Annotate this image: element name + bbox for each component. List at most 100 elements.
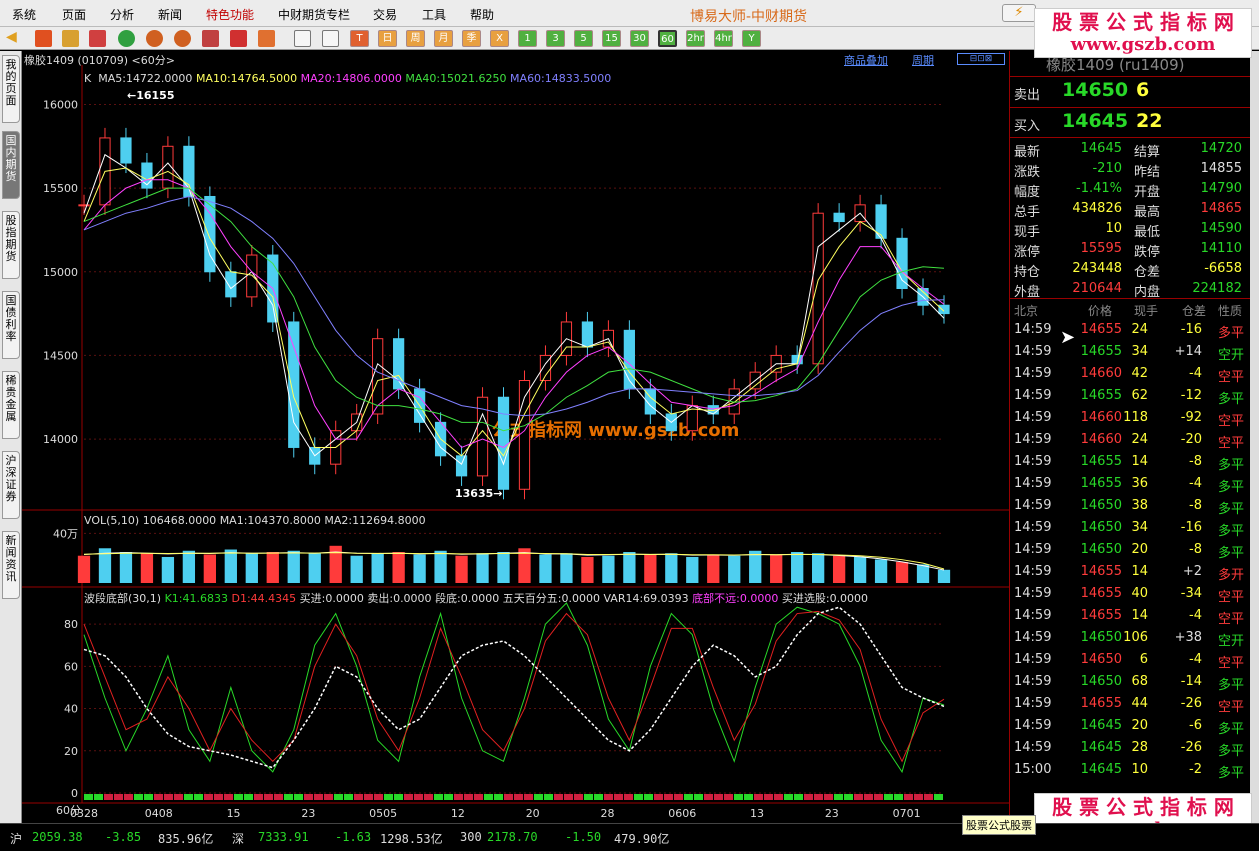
lightning-icon[interactable]: ⚡ bbox=[1002, 4, 1036, 22]
signal-strip-cell bbox=[574, 794, 583, 800]
tick-cell: -6 bbox=[1189, 718, 1202, 733]
tick-cell: 空平 bbox=[1218, 370, 1245, 385]
volume-bar bbox=[937, 569, 951, 583]
tick-cell: -4 bbox=[1189, 366, 1202, 381]
period-60min[interactable]: 60 bbox=[658, 30, 677, 47]
pen-icon[interactable] bbox=[230, 30, 247, 47]
tick-icon[interactable]: T bbox=[350, 30, 369, 47]
menu-analysis[interactable]: 分析 bbox=[110, 6, 134, 23]
period-15min[interactable]: 15 bbox=[602, 30, 621, 47]
report-icon[interactable] bbox=[89, 30, 106, 47]
period-30min[interactable]: 30 bbox=[630, 30, 649, 47]
tab-bonds[interactable]: 国债利率 bbox=[2, 291, 20, 359]
menu-page[interactable]: 页面 bbox=[62, 6, 86, 23]
period-day[interactable]: 日 bbox=[378, 30, 397, 47]
tick-cell: 15:00 bbox=[1014, 762, 1052, 777]
tick-cell: 62 bbox=[1131, 388, 1148, 403]
signal-strip-cell bbox=[144, 794, 153, 800]
tick-cell: 多平 bbox=[1218, 458, 1245, 473]
zoom-out-icon[interactable] bbox=[174, 30, 191, 47]
signal-strip-cell bbox=[124, 794, 133, 800]
status-bar: 沪 2059.38 -3.85 835.96亿 深 7333.91 -1.63 … bbox=[0, 815, 1259, 851]
x-tick-label: 13 bbox=[750, 807, 764, 820]
back-arrow-icon[interactable]: ◀ bbox=[6, 30, 23, 47]
tab-domestic-futures[interactable]: 国内期货 bbox=[2, 131, 20, 199]
tick-cell: 36 bbox=[1131, 476, 1148, 491]
menu-tools[interactable]: 工具 bbox=[422, 6, 446, 23]
signal-strip-cell bbox=[554, 794, 563, 800]
tick-cell: 空平 bbox=[1218, 612, 1245, 627]
vertical-scrollbar[interactable] bbox=[1250, 51, 1259, 823]
window-icon[interactable] bbox=[202, 30, 219, 47]
signal-strip-cell bbox=[434, 794, 443, 800]
period-week[interactable]: 周 bbox=[406, 30, 425, 47]
period-5min[interactable]: 5 bbox=[574, 30, 593, 47]
period-2hr[interactable]: 2hr bbox=[686, 30, 705, 47]
quote-stat-value: 243448 bbox=[1072, 261, 1122, 276]
tab-my-pages[interactable]: 我的页面 bbox=[2, 55, 20, 123]
home-icon[interactable] bbox=[35, 30, 52, 47]
tick-row: 14:59 14655 14 -8 多平 bbox=[1010, 454, 1250, 474]
tick-cell: +14 bbox=[1174, 344, 1202, 359]
tab-metals[interactable]: 稀贵金属 bbox=[2, 371, 20, 439]
tick-cell: 空平 bbox=[1218, 700, 1245, 715]
period-1min[interactable]: 1 bbox=[518, 30, 537, 47]
signal-strip-cell bbox=[404, 794, 413, 800]
volume-bar bbox=[287, 550, 300, 583]
list-icon[interactable] bbox=[62, 30, 79, 47]
quote-stat-label: 现手 bbox=[1014, 225, 1041, 240]
kline-icon[interactable] bbox=[322, 30, 339, 47]
tick-cell: 68 bbox=[1131, 674, 1148, 689]
tab-stocks[interactable]: 沪深证券 bbox=[2, 451, 20, 519]
candle-body bbox=[833, 212, 845, 223]
tab-index-futures[interactable]: 股指期货 bbox=[2, 211, 20, 279]
signal-strip-cell bbox=[364, 794, 373, 800]
quote-stat-value: 14790 bbox=[1200, 181, 1242, 196]
signal-strip-cell bbox=[864, 794, 873, 800]
quote-stat-value: 14110 bbox=[1200, 241, 1242, 256]
chart-area[interactable]: 橡胶1409 (010709) <60分> 商品叠加 周期 ⊟⊡⊠ K MA5:… bbox=[22, 51, 1009, 823]
signal-strip-cell bbox=[114, 794, 123, 800]
tick-cell: 14:59 bbox=[1014, 344, 1052, 359]
x-tick-label: 0505 bbox=[369, 807, 397, 820]
menu-system[interactable]: 系统 bbox=[12, 6, 36, 23]
period-x[interactable]: X bbox=[490, 30, 509, 47]
signal-strip-cell bbox=[924, 794, 933, 800]
volume-bar bbox=[623, 552, 636, 583]
refresh-icon[interactable] bbox=[118, 30, 135, 47]
tick-cell: 14:59 bbox=[1014, 630, 1052, 645]
paint-icon[interactable] bbox=[258, 30, 275, 47]
tab-news[interactable]: 新闻资讯 bbox=[2, 531, 20, 599]
tick-cell: -8 bbox=[1189, 498, 1202, 513]
x-tick-label: 28 bbox=[600, 807, 614, 820]
tick-cell: 34 bbox=[1131, 520, 1148, 535]
period-month[interactable]: 月 bbox=[434, 30, 453, 47]
zoom-in-icon[interactable] bbox=[146, 30, 163, 47]
period-year[interactable]: Y bbox=[742, 30, 761, 47]
signal-strip-cell bbox=[444, 794, 453, 800]
period-3min[interactable]: 3 bbox=[546, 30, 565, 47]
candle-body bbox=[497, 396, 510, 490]
menu-news[interactable]: 新闻 bbox=[158, 6, 182, 23]
period-4hr[interactable]: 4hr bbox=[714, 30, 733, 47]
menu-help[interactable]: 帮助 bbox=[470, 6, 494, 23]
tick-cell: 14:59 bbox=[1014, 542, 1052, 557]
signal-strip-cell bbox=[344, 794, 353, 800]
quote-stat-value: 14720 bbox=[1200, 141, 1242, 156]
quote-stat-label: 持仓 bbox=[1014, 265, 1041, 280]
i300-amount: 479.90亿 bbox=[614, 832, 670, 846]
menu-column[interactable]: 中财期货专栏 bbox=[278, 6, 350, 23]
signal-strip-cell bbox=[824, 794, 833, 800]
volume-bar bbox=[182, 550, 196, 583]
signal-strip-cell bbox=[194, 794, 203, 800]
quote-stat-value: 14590 bbox=[1200, 221, 1242, 236]
quote-stat-value: 224182 bbox=[1192, 281, 1242, 296]
tick-cell: 14:59 bbox=[1014, 718, 1052, 733]
candle-body bbox=[455, 455, 468, 477]
menu-features[interactable]: 特色功能 bbox=[206, 6, 254, 23]
table-icon[interactable] bbox=[294, 30, 311, 47]
signal-strip-cell bbox=[464, 794, 473, 800]
period-quarter[interactable]: 季 bbox=[462, 30, 481, 47]
candle-body bbox=[938, 304, 950, 315]
menu-trade[interactable]: 交易 bbox=[373, 6, 397, 23]
